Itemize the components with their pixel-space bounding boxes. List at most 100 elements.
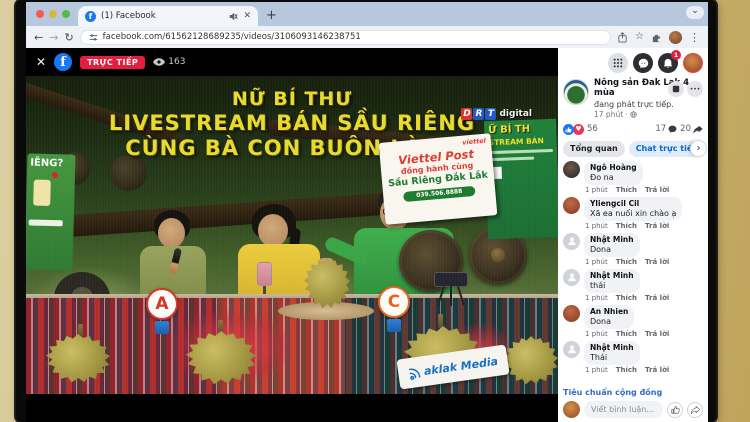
- browser-window: f (1) Facebook ✕ + ⌄ ← → ↻ facebook.com/…: [26, 2, 708, 422]
- title-line-1: NỮ BÍ THƯ: [26, 88, 558, 110]
- tab-close-icon[interactable]: ✕: [243, 11, 251, 21]
- maximize-window-button[interactable]: [62, 10, 70, 18]
- person-icon: [567, 344, 577, 354]
- facebook-logo[interactable]: f: [54, 53, 72, 71]
- commenter-avatar[interactable]: [563, 197, 580, 214]
- comment-composer: Viết bình luận...: [563, 399, 703, 418]
- page-avatar[interactable]: [563, 79, 589, 105]
- like-reaction-icon[interactable]: [563, 124, 574, 135]
- like-link[interactable]: Thích: [616, 330, 637, 338]
- browser-tab[interactable]: f (1) Facebook ✕: [78, 6, 258, 26]
- facebook-nav-icons: 1: [563, 51, 703, 77]
- comment-time: 1 phút: [585, 294, 608, 302]
- commenter-name[interactable]: Nhật Minh: [590, 343, 634, 352]
- close-window-button[interactable]: [36, 10, 44, 18]
- letter-c: C: [378, 286, 410, 318]
- comment-stat[interactable]: 17: [655, 124, 677, 134]
- grid-icon: [613, 58, 623, 68]
- comment-list: Ngô Hoàng Đo na 1 phútThíchTrả lời Ylien…: [563, 161, 703, 385]
- comment-text: Dona: [590, 245, 634, 254]
- reply-link[interactable]: Trả lời: [645, 258, 669, 266]
- tab-overview[interactable]: Tổng quan: [563, 141, 625, 157]
- reply-link[interactable]: Trả lời: [645, 366, 669, 374]
- site-settings-icon[interactable]: [89, 33, 98, 42]
- commenter-avatar[interactable]: [563, 269, 580, 286]
- bookmark-star-icon[interactable]: ☆: [635, 32, 644, 42]
- video-options-button[interactable]: [668, 81, 684, 97]
- close-video-icon[interactable]: ✕: [36, 55, 46, 69]
- address-bar[interactable]: facebook.com/61562128689235/videos/31060…: [80, 30, 611, 45]
- browser-tab-strip: f (1) Facebook ✕ + ⌄: [26, 2, 708, 26]
- composer-like-button[interactable]: [667, 402, 683, 418]
- tabs-chevron-icon[interactable]: ›: [690, 140, 707, 157]
- like-link[interactable]: Thích: [616, 366, 637, 374]
- comment-actions: 1 phútThíchTrả lời: [585, 186, 703, 194]
- time-ago: 17 phút: [594, 110, 623, 119]
- composer-share-button[interactable]: [687, 402, 703, 418]
- comment-actions: 1 phútThíchTrả lời: [585, 366, 703, 374]
- reload-button[interactable]: ↻: [64, 32, 73, 43]
- minimize-window-button[interactable]: [49, 10, 57, 18]
- durian-stem: [438, 314, 443, 328]
- like-link[interactable]: Thích: [616, 294, 637, 302]
- window-controls[interactable]: [32, 2, 78, 26]
- drt-letter: R: [473, 108, 484, 120]
- notification-badge: 1: [671, 50, 681, 60]
- letter-a: A: [146, 288, 178, 320]
- url-text[interactable]: facebook.com/61562128689235/videos/31060…: [103, 32, 361, 42]
- standee-dot: [52, 172, 58, 178]
- more-options-button[interactable]: •••: [687, 81, 703, 97]
- comment-input[interactable]: Viết bình luận...: [584, 401, 663, 418]
- letter-sign-a: A: [146, 288, 178, 334]
- like-link[interactable]: Thích: [616, 222, 637, 230]
- thumb-icon: [565, 126, 572, 133]
- globe-icon: [630, 111, 637, 118]
- commenter-name[interactable]: An Nhien: [590, 307, 628, 316]
- commenter-avatar[interactable]: [563, 305, 580, 322]
- new-tab-button[interactable]: +: [258, 8, 285, 26]
- commenter-avatar[interactable]: [563, 161, 580, 178]
- comment-text: thái: [590, 281, 634, 290]
- commenter-name[interactable]: Nhật Minh: [590, 235, 634, 244]
- share-icon[interactable]: [617, 32, 628, 43]
- watermark-text: aklak Media: [423, 354, 499, 377]
- love-reaction-icon[interactable]: ♥: [573, 124, 584, 135]
- extensions-icon[interactable]: [651, 32, 662, 43]
- notifications-button[interactable]: 1: [658, 53, 678, 73]
- tab-mute-icon[interactable]: [229, 12, 238, 21]
- reply-link[interactable]: Trả lời: [645, 294, 669, 302]
- comment-bubble: Nhật Minh Thái: [584, 341, 640, 365]
- comment-time: 1 phút: [585, 222, 608, 230]
- viewer-count-value: 163: [168, 57, 185, 67]
- tripod-leg: [450, 286, 452, 306]
- video-player[interactable]: ✕ f TRỰC TIẾP 163 IÊNG?: [26, 48, 558, 422]
- share-stat[interactable]: 20: [680, 124, 703, 134]
- sign-phone: 039.506.8888: [403, 186, 476, 202]
- dot-separator: ·: [625, 110, 627, 119]
- person-icon: [567, 236, 577, 246]
- commenter-name[interactable]: Ngô Hoàng: [590, 163, 637, 172]
- like-link[interactable]: Thích: [616, 186, 637, 194]
- browser-menu-icon[interactable]: ⋮: [689, 32, 700, 43]
- tab-strip-chevron-icon[interactable]: ⌄: [686, 6, 704, 19]
- community-standards-link[interactable]: Tiêu chuẩn cộng đồng: [563, 385, 703, 399]
- reply-link[interactable]: Trả lời: [645, 222, 669, 230]
- browser-profile-avatar[interactable]: [669, 31, 682, 44]
- profile-avatar[interactable]: [683, 53, 703, 73]
- commenter-name[interactable]: Nhật Minh: [590, 271, 634, 280]
- live-chat-sidebar: 1 Nông sản Đak Lak 4 mùa đang phát trực …: [558, 48, 708, 422]
- commenter-avatar[interactable]: [563, 341, 580, 358]
- commenter-name[interactable]: Yliengcil Cil: [590, 199, 676, 208]
- forward-button[interactable]: →: [49, 32, 58, 43]
- comment-item: Yliengcil Cil Xã ea nuối xin chào ạ 1 ph…: [563, 197, 703, 230]
- commenter-avatar[interactable]: [563, 233, 580, 250]
- reply-link[interactable]: Trả lời: [645, 330, 669, 338]
- reaction-count[interactable]: 56: [587, 124, 598, 134]
- live-video-scene[interactable]: IÊNG? NỮ BÍ THƯ LIVESTREAM BÁN SẦU RIÊNG…: [26, 76, 558, 394]
- messenger-button[interactable]: [633, 53, 653, 73]
- menu-grid-button[interactable]: [608, 53, 628, 73]
- share-outline-icon: [691, 406, 700, 414]
- reply-link[interactable]: Trả lời: [645, 186, 669, 194]
- back-button[interactable]: ←: [34, 32, 43, 43]
- like-link[interactable]: Thích: [616, 258, 637, 266]
